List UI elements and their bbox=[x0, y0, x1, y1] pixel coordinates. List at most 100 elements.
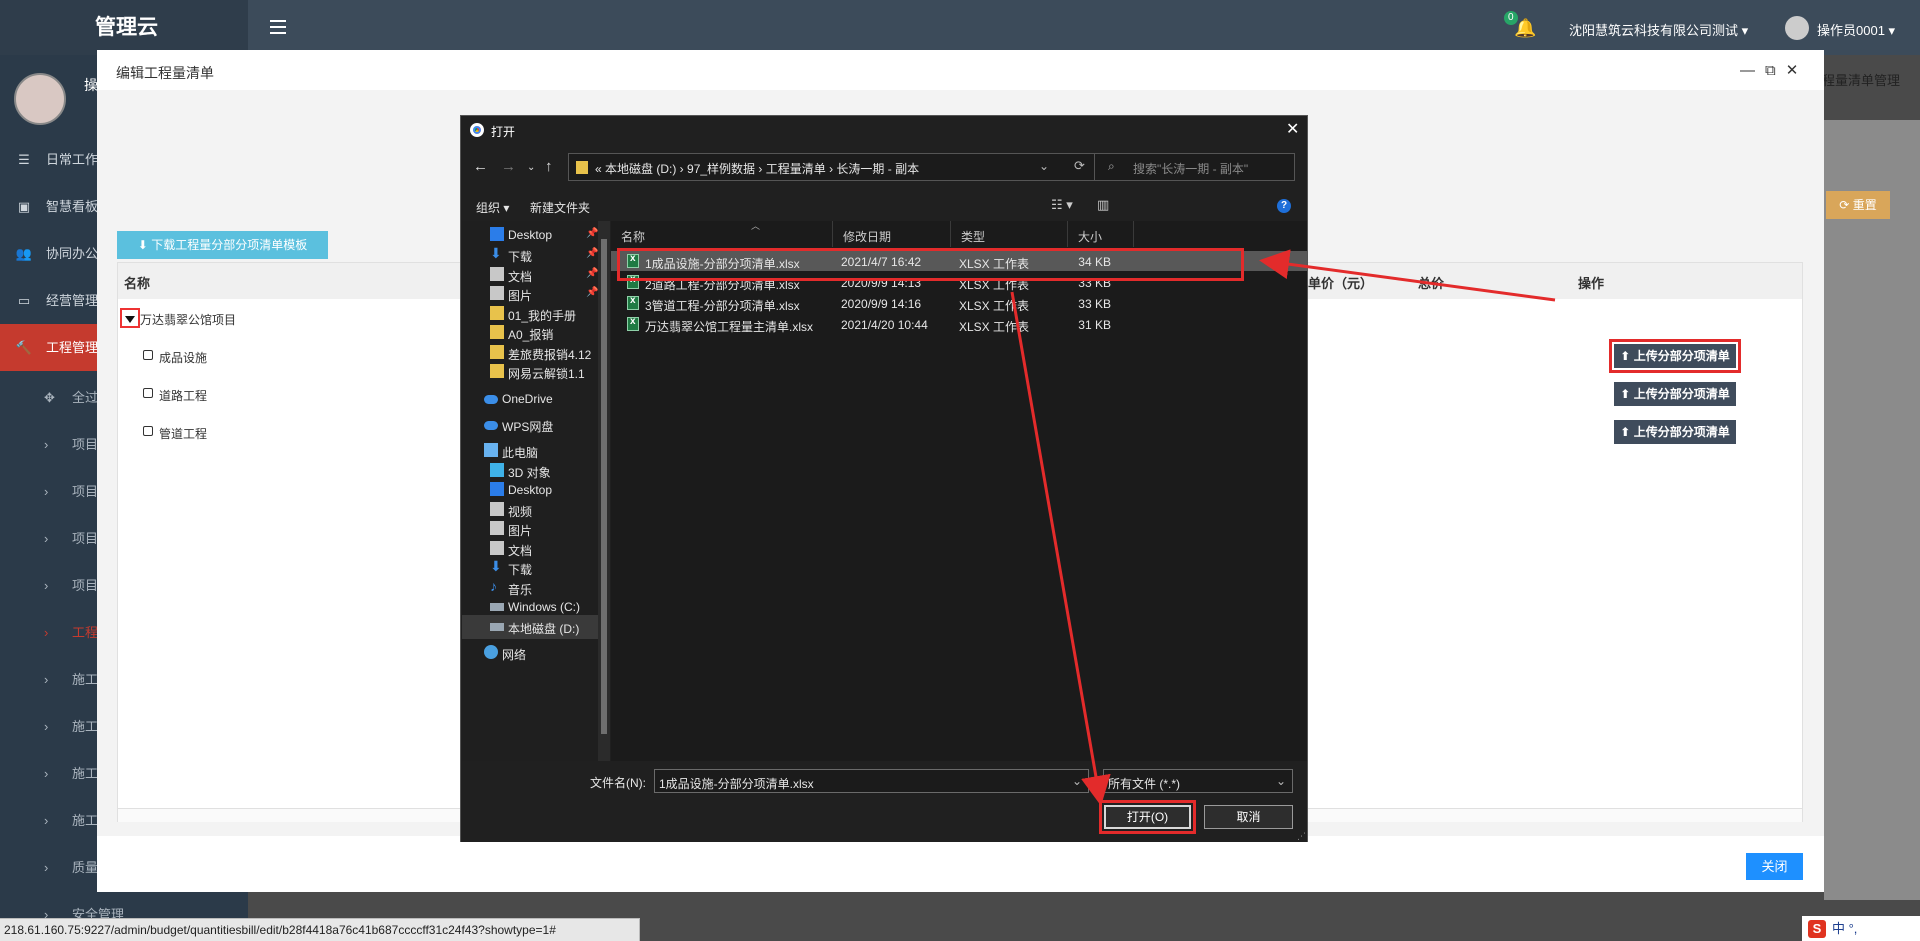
folder-icon bbox=[576, 161, 588, 174]
maximize-icon[interactable]: ⧉ bbox=[1765, 62, 1786, 79]
nav-item-network[interactable]: 网络 bbox=[462, 641, 598, 665]
avatar[interactable] bbox=[1785, 16, 1809, 40]
view-options-icon[interactable]: ☷ ▾ bbox=[1051, 197, 1073, 213]
col-total: 总价 bbox=[1418, 276, 1445, 291]
file-row[interactable]: 3管道工程-分部分项清单.xlsx 2020/9/9 14:16 XLSX 工作… bbox=[611, 293, 1307, 313]
upload-button-2[interactable]: ⬆ 上传分部分项清单 bbox=[1614, 382, 1736, 406]
address-bar[interactable]: « 本地磁盘 (D:) › 97_样例数据 › 工程量清单 › 长涛一期 - 副… bbox=[568, 153, 1096, 181]
filename-input[interactable]: 1成品设施-分部分项清单.xlsx ⌄ bbox=[654, 769, 1089, 793]
bell-icon[interactable]: 🔔 bbox=[1514, 18, 1536, 39]
row-checkbox[interactable] bbox=[143, 388, 153, 398]
file-row[interactable]: 万达翡翠公馆工程量主清单.xlsx 2021/4/20 10:44 XLSX 工… bbox=[611, 314, 1307, 334]
row-checkbox[interactable] bbox=[143, 350, 153, 360]
col-header-type[interactable]: 类型 bbox=[951, 221, 1068, 247]
monitor-icon: ▭ bbox=[17, 293, 31, 308]
nav-scrollbar[interactable] bbox=[598, 221, 610, 761]
search-input[interactable]: ⌕ 搜索"长涛一期 - 副本" bbox=[1094, 153, 1295, 181]
pin-icon: 📌 bbox=[586, 287, 599, 298]
upload-button-1[interactable]: ⬆ 上传分部分项清单 bbox=[1609, 339, 1741, 373]
scroll-thumb[interactable] bbox=[601, 239, 607, 734]
nav-item-folder[interactable]: 网易云解锁1.1 bbox=[462, 360, 598, 384]
drive-d-icon bbox=[490, 623, 504, 631]
upload-button-3[interactable]: ⬆ 上传分部分项清单 bbox=[1614, 420, 1736, 444]
pin-icon: 📌 bbox=[586, 248, 599, 259]
organize-menu[interactable]: 组织 ▾ bbox=[476, 199, 509, 216]
col-action: 操作 bbox=[1578, 276, 1605, 291]
company-switcher[interactable]: 沈阳慧筑云科技有限公司测试 ▾ bbox=[1569, 20, 1748, 39]
profile-avatar bbox=[14, 73, 66, 125]
chevron-right-icon: › bbox=[44, 531, 49, 546]
dialog-close-icon[interactable]: ✕ bbox=[1286, 119, 1299, 139]
list-icon: ☰ bbox=[18, 152, 30, 167]
row-checkbox[interactable] bbox=[143, 426, 153, 436]
top-navbar: 管理云 0 🔔 沈阳慧筑云科技有限公司测试 ▾ 操作员0001 ▾ bbox=[0, 0, 1920, 55]
open-button[interactable]: 打开(O) bbox=[1099, 800, 1196, 834]
col-header-date[interactable]: 修改日期 bbox=[833, 221, 951, 247]
user-menu[interactable]: 操作员0001 ▾ bbox=[1817, 20, 1895, 39]
chevron-right-icon: › bbox=[44, 672, 49, 687]
resize-grip-icon[interactable]: ⋰ bbox=[1297, 831, 1306, 842]
status-bar-url: 218.61.160.75:9227/admin/budget/quantiti… bbox=[0, 918, 640, 941]
dialog-toolbar: 组织 ▾ 新建文件夹 ☷ ▾ ▥ ? bbox=[461, 191, 1307, 221]
onedrive-icon bbox=[484, 395, 498, 404]
menu-toggle-icon[interactable] bbox=[270, 20, 286, 34]
pin-icon: 📌 bbox=[586, 268, 599, 279]
dialog-bottom-bar: 文件名(N): 1成品设施-分部分项清单.xlsx ⌄ 所有文件 (*.*) ⌄ 打… bbox=[461, 761, 1307, 842]
project-name: 万达翡翠公馆项目 bbox=[140, 313, 237, 327]
chevron-right-icon: › bbox=[44, 437, 49, 452]
nav-item-drive-d[interactable]: 本地磁盘 (D:) bbox=[462, 615, 598, 639]
close-button[interactable]: 关闭 bbox=[1746, 853, 1803, 880]
videos-icon bbox=[490, 502, 504, 516]
download-icon: ⬇ bbox=[490, 245, 502, 261]
users-icon: 👥 bbox=[15, 246, 33, 261]
pictures-icon bbox=[490, 286, 504, 300]
chevron-right-icon: › bbox=[44, 625, 49, 640]
forward-arrow-icon[interactable]: → bbox=[501, 158, 516, 175]
documents-icon bbox=[490, 267, 504, 281]
folder-icon bbox=[490, 325, 504, 339]
refresh-icon[interactable]: ⟳ bbox=[1074, 158, 1085, 174]
chevron-right-icon: › bbox=[44, 578, 49, 593]
filetype-select[interactable]: 所有文件 (*.*) ⌄ bbox=[1103, 769, 1293, 793]
nav-item-onedrive[interactable]: OneDrive bbox=[462, 387, 598, 411]
profile-name: 操 bbox=[84, 77, 98, 93]
new-folder-button[interactable]: 新建文件夹 bbox=[530, 199, 590, 216]
preview-pane-icon[interactable]: ▥ bbox=[1097, 197, 1109, 213]
brand-logo[interactable]: 管理云 bbox=[0, 0, 248, 55]
chevron-down-icon[interactable]: ⌄ bbox=[1072, 774, 1082, 788]
network-icon bbox=[484, 645, 498, 659]
folder-icon bbox=[490, 306, 504, 320]
xlsx-file-icon bbox=[627, 316, 639, 331]
sogou-ime-icon: S bbox=[1808, 920, 1826, 938]
desktop-icon bbox=[490, 482, 504, 496]
cancel-button[interactable]: 取消 bbox=[1204, 805, 1293, 829]
download-icon: ⬇ bbox=[490, 558, 502, 574]
file-list: ︿ 名称 修改日期 类型 大小 1成品设施-分部分项清单.xlsx 2021/4… bbox=[611, 221, 1307, 761]
drive-c-icon bbox=[490, 603, 504, 611]
dashboard-icon: ▣ bbox=[17, 199, 31, 214]
pictures-icon bbox=[490, 521, 504, 535]
music-icon: ♪ bbox=[490, 578, 497, 594]
annotation-highlight bbox=[617, 248, 1244, 281]
col-header-name[interactable]: 名称 bbox=[611, 221, 833, 247]
modal-window-controls[interactable]: —⧉✕ bbox=[1740, 61, 1808, 79]
minimize-icon[interactable]: — bbox=[1740, 62, 1765, 79]
reset-button[interactable]: ⟳ 重置 bbox=[1826, 191, 1890, 219]
expand-caret-icon[interactable] bbox=[120, 308, 140, 328]
chrome-icon bbox=[470, 123, 484, 137]
chevron-down-icon[interactable]: ⌄ bbox=[1276, 774, 1286, 788]
download-template-button[interactable]: ⬇ 下载工程量分部分项清单模板 bbox=[117, 231, 328, 259]
up-arrow-icon[interactable]: ↑ bbox=[545, 158, 553, 175]
back-arrow-icon[interactable]: ← bbox=[473, 158, 488, 175]
chevron-right-icon: › bbox=[44, 766, 49, 781]
nav-item-wps[interactable]: WPS网盘 bbox=[462, 413, 598, 437]
close-icon[interactable]: ✕ bbox=[1786, 62, 1809, 79]
wps-cloud-icon bbox=[484, 421, 498, 430]
col-header-size[interactable]: 大小 bbox=[1068, 221, 1134, 247]
dialog-title: 打开 bbox=[491, 125, 516, 139]
ime-indicator[interactable]: S中 °, bbox=[1802, 916, 1920, 941]
recent-chevron-icon[interactable]: ⌄ bbox=[527, 162, 535, 173]
chevron-down-icon[interactable]: ⌄ bbox=[1039, 159, 1049, 173]
xlsx-file-icon bbox=[627, 295, 639, 310]
help-icon[interactable]: ? bbox=[1277, 199, 1291, 213]
